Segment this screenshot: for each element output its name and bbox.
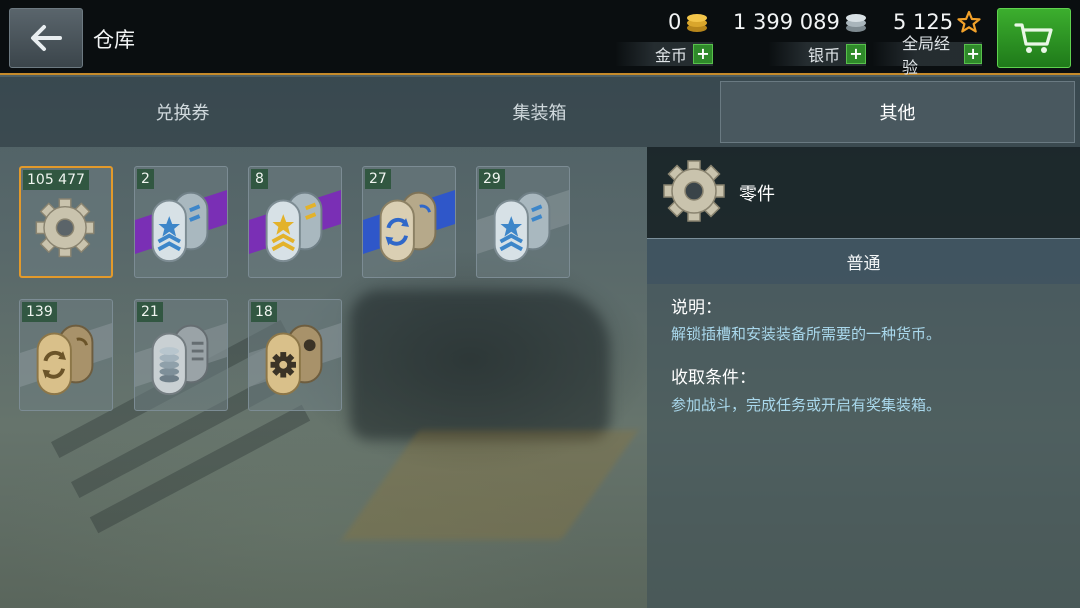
item-name: 零件 (739, 184, 775, 205)
item-count: 21 (137, 302, 163, 322)
inventory-item-dogtag-star-common[interactable]: 29 (476, 166, 570, 278)
top-bar: 仓库 0 金币 + 1 399 089 银币 + 5 125 全局经验 + (0, 0, 1080, 77)
shop-cart-button[interactable] (997, 8, 1071, 68)
arrow-left-icon (31, 25, 62, 51)
acquire-title: 收取条件： (671, 368, 756, 388)
gold-balance: 0 (668, 10, 709, 34)
description-title: 说明： (671, 298, 722, 318)
inventory-item-dogtag-coins[interactable]: 21 (134, 299, 228, 411)
item-count: 27 (365, 169, 391, 189)
xp-label: 全局经验 (902, 34, 951, 77)
tab-containers[interactable]: 集装箱 (362, 81, 717, 143)
silver-coins-icon (845, 14, 866, 32)
gold-label-row: 金币 + (615, 42, 713, 66)
cart-icon (1014, 23, 1053, 53)
inventory-item-dogtag-gear[interactable]: 18 (248, 299, 342, 411)
silver-balance: 1 399 089 (733, 10, 868, 34)
item-count: 29 (479, 169, 505, 189)
item-count: 105 477 (23, 170, 89, 190)
buy-xp-button[interactable]: + (964, 44, 982, 64)
acquire-text: 参加战斗，完成任务或开启有奖集装箱。 (671, 396, 942, 414)
inventory-item-dogtag-star[interactable]: 2 (134, 166, 228, 278)
description-text: 解锁插槽和安装装备所需要的一种货币。 (671, 325, 942, 343)
tab-vouchers[interactable]: 兑换券 (5, 81, 360, 143)
back-button[interactable] (9, 8, 83, 68)
item-count: 18 (251, 302, 277, 322)
tab-other[interactable]: 其他 (720, 81, 1075, 143)
star-icon (957, 10, 981, 33)
item-count: 2 (137, 169, 154, 189)
inventory-grid: 105 477 2 8 27 29 139 21 18 (0, 147, 647, 608)
xp-label-row: 全局经验 + (872, 34, 982, 77)
item-detail-panel: 零件 普通 说明： 解锁插槽和安装装备所需要的一种货币。 收取条件： 参加战斗，… (647, 147, 1080, 608)
category-tabs: 兑换券 集装箱 其他 (0, 77, 1080, 147)
silver-label-row: 银币 + (768, 42, 866, 66)
gold-label: 金币 (654, 46, 687, 65)
gold-amount: 0 (668, 10, 682, 34)
inventory-item-dogtag-refresh[interactable]: 139 (19, 299, 113, 411)
gear-icon (663, 160, 725, 222)
gold-coins-icon (687, 14, 708, 32)
buy-silver-button[interactable]: + (846, 44, 866, 64)
page-title: 仓库 (93, 28, 135, 52)
item-count: 8 (251, 169, 268, 189)
rarity-label: 普通 (647, 238, 1080, 284)
silver-amount: 1 399 089 (733, 10, 840, 34)
item-count: 139 (22, 302, 57, 322)
detail-header: 零件 (647, 147, 1080, 238)
silver-label: 银币 (807, 46, 840, 65)
inventory-item-dogtag-refresh-blue[interactable]: 27 (362, 166, 456, 278)
buy-gold-button[interactable]: + (693, 44, 713, 64)
inventory-item-parts[interactable]: 105 477 (19, 166, 113, 278)
inventory-item-dogtag-gold-star[interactable]: 8 (248, 166, 342, 278)
